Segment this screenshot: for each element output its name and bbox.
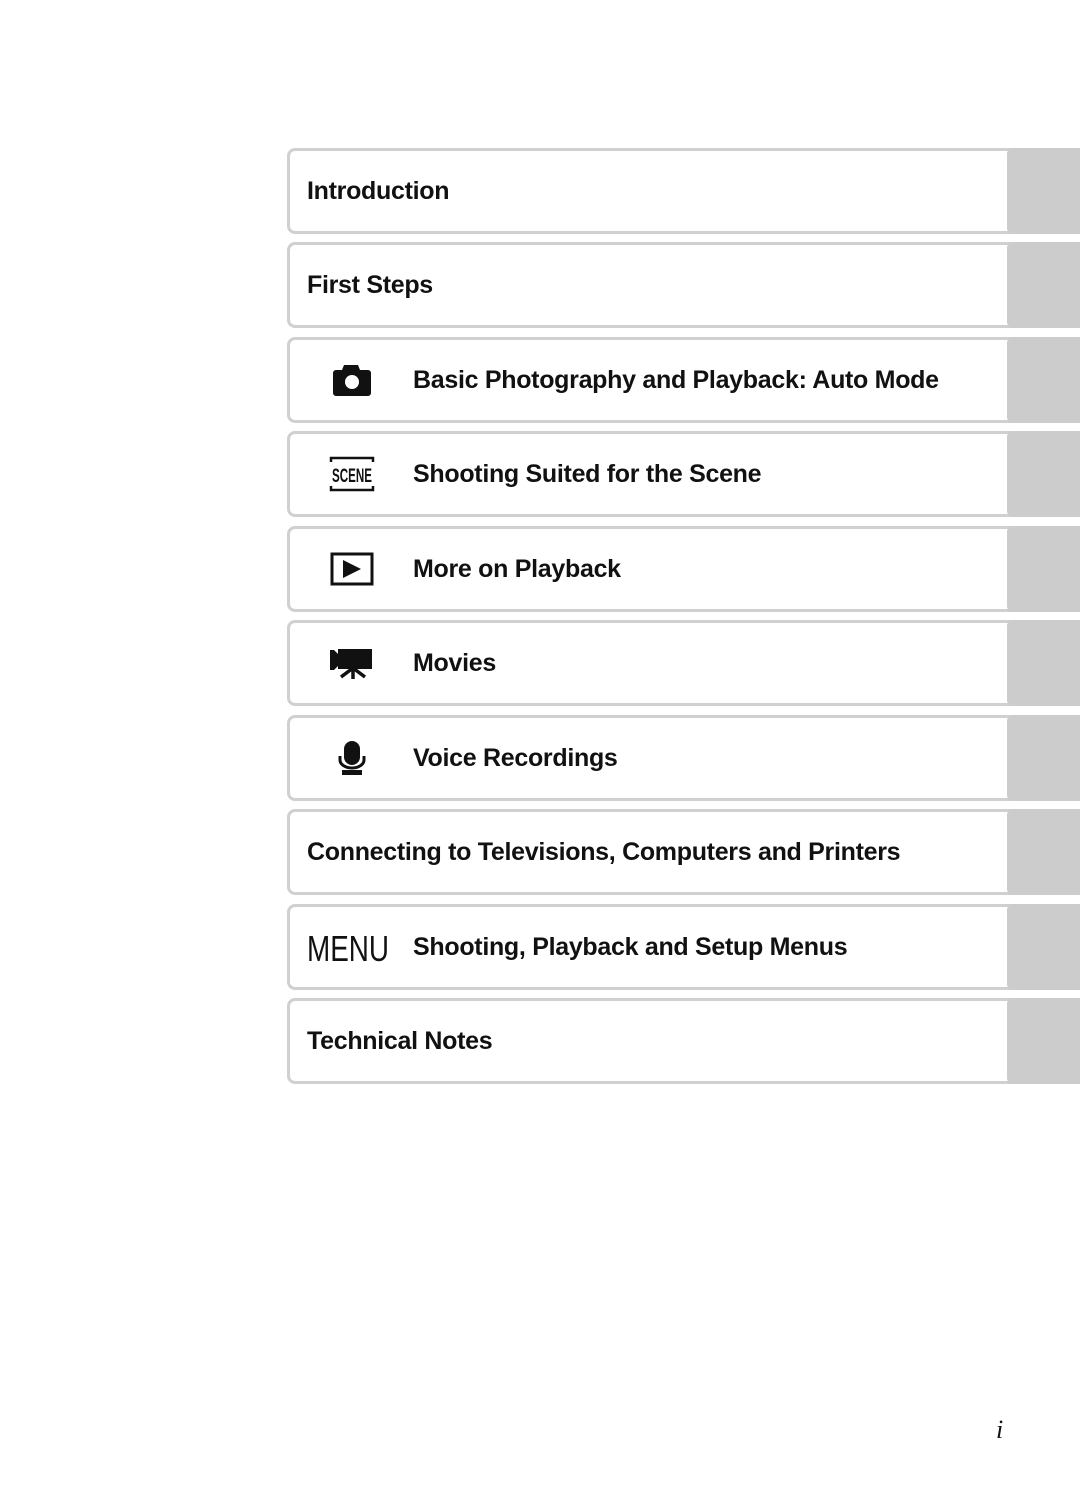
camera-icon (307, 337, 397, 423)
toc-item-box (287, 620, 1080, 706)
toc-item-label: Shooting Suited for the Scene (413, 460, 762, 488)
section-tab (1007, 431, 1080, 517)
section-tab (1007, 715, 1080, 801)
toc-item-basic-photography[interactable]: Basic Photography and Playback: Auto Mod… (287, 337, 1080, 423)
section-tab (1007, 620, 1080, 706)
toc-item-label: Technical Notes (307, 1027, 493, 1055)
toc-item-connecting[interactable]: Connecting to Televisions, Computers and… (287, 809, 1080, 895)
toc-item-first-steps[interactable]: First Steps (287, 242, 1080, 328)
toc-item-label: Movies (413, 649, 496, 677)
section-tab (1007, 904, 1080, 990)
toc-item-scene[interactable]: SCENE Shooting Suited for the Scene (287, 431, 1080, 517)
section-tab (1007, 337, 1080, 423)
section-tab (1007, 148, 1080, 234)
section-tab (1007, 998, 1080, 1084)
svg-text:MENU: MENU (307, 929, 389, 965)
toc-item-label: First Steps (307, 271, 433, 299)
microphone-icon (307, 715, 397, 801)
toc-item-label: Basic Photography and Playback: Auto Mod… (413, 366, 939, 394)
toc-item-label: Introduction (307, 177, 450, 205)
toc-item-label: More on Playback (413, 555, 621, 583)
toc-item-technical-notes[interactable]: Technical Notes (287, 998, 1080, 1084)
toc-item-label: Shooting, Playback and Setup Menus (413, 933, 848, 961)
toc-item-box (287, 526, 1080, 612)
toc-item-label: Connecting to Televisions, Computers and… (307, 838, 901, 866)
toc-item-menus[interactable]: MENU Shooting, Playback and Setup Menus (287, 904, 1080, 990)
movie-camera-icon (307, 620, 397, 706)
toc-item-box (287, 715, 1080, 801)
menu-icon: MENU (305, 904, 395, 990)
toc-item-more-on-playback[interactable]: More on Playback (287, 526, 1080, 612)
toc-item-movies[interactable]: Movies (287, 620, 1080, 706)
section-tab (1007, 809, 1080, 895)
page-number: i (996, 1415, 1004, 1444)
scene-icon: SCENE (307, 431, 397, 517)
toc-item-introduction[interactable]: Introduction (287, 148, 1080, 234)
svg-text:SCENE: SCENE (332, 466, 372, 487)
section-tab (1007, 526, 1080, 612)
toc-item-voice-recordings[interactable]: Voice Recordings (287, 715, 1080, 801)
section-tab (1007, 242, 1080, 328)
toc-item-label: Voice Recordings (413, 744, 618, 772)
playback-icon (307, 526, 397, 612)
